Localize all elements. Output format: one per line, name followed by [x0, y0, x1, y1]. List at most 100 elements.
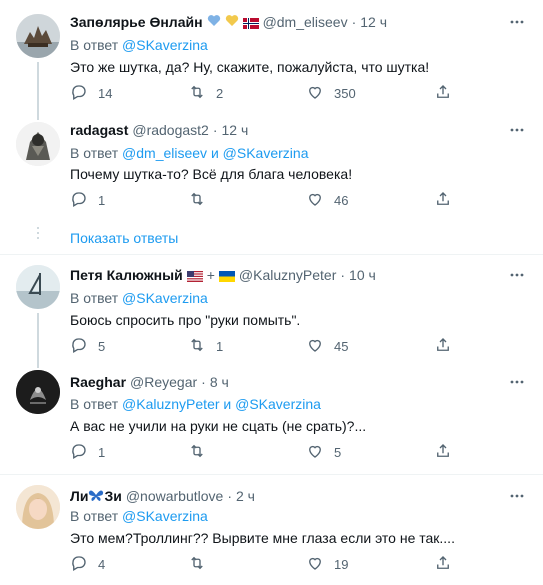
author-name-part: Ли — [70, 488, 89, 504]
like-count: 350 — [334, 85, 356, 101]
reply-count: 5 — [98, 338, 106, 354]
tweet-header: radagast @radogast2 · 12 ч — [70, 122, 248, 138]
retweet-count: 2 — [216, 85, 224, 101]
share-button[interactable] — [434, 336, 452, 356]
retweet-button[interactable] — [188, 554, 216, 574]
avatar[interactable] — [16, 14, 60, 58]
author-handle[interactable]: @KaluznyPeter — [239, 267, 336, 283]
ukraine-flag-icon — [218, 267, 235, 283]
reply-context: В ответ @KaluznyPeter и @SKaverzina — [70, 396, 321, 412]
reply-mention[interactable]: @SKaverzina — [235, 396, 321, 412]
retweet-button[interactable] — [188, 190, 216, 210]
reply-button[interactable]: 5 — [70, 336, 105, 356]
reply-button[interactable]: 4 — [70, 554, 105, 574]
reply-mention[interactable]: @KaluznyPeter — [122, 396, 219, 412]
separator-dot: · — [227, 488, 232, 504]
author-handle[interactable]: @Reyegar — [130, 374, 197, 390]
reply-button[interactable]: 1 — [70, 190, 105, 210]
tweet-actions: 1 5 — [70, 442, 460, 462]
separator-dot: · — [351, 14, 357, 30]
blue-heart-icon — [207, 14, 221, 30]
tweet-header: Ли Зи @nowarbutlove · 2 ч — [70, 488, 255, 504]
reply-icon — [70, 336, 88, 357]
timestamp[interactable]: 8 ч — [210, 374, 229, 390]
retweet-icon — [188, 336, 206, 357]
author-name[interactable]: Raeghar — [70, 374, 126, 390]
share-button[interactable] — [434, 442, 452, 462]
like-icon — [306, 554, 324, 575]
divider — [0, 254, 543, 255]
more-icon[interactable] — [507, 486, 527, 506]
thread-line — [37, 313, 39, 368]
more-icon[interactable] — [507, 372, 527, 392]
author-name[interactable]: Ли Зи — [70, 488, 122, 504]
separator-dot: · — [212, 122, 218, 138]
retweet-button[interactable]: 2 — [188, 83, 223, 103]
reply-and: и — [223, 396, 232, 412]
more-icon[interactable] — [507, 120, 527, 140]
author-name[interactable]: radagast — [70, 122, 128, 138]
tweet-text: А вас не учили на руки не сцать (не срат… — [70, 418, 367, 434]
timestamp[interactable]: 10 ч — [349, 267, 376, 283]
like-count: 5 — [334, 444, 342, 460]
share-button[interactable] — [434, 190, 452, 210]
reply-prefix: В ответ — [70, 508, 119, 524]
avatar[interactable] — [16, 265, 60, 309]
retweet-button[interactable] — [188, 442, 216, 462]
share-button[interactable] — [434, 554, 452, 574]
reply-mention[interactable]: @SKaverzina — [122, 508, 208, 524]
avatar[interactable] — [16, 370, 60, 414]
retweet-icon — [188, 442, 206, 463]
reply-count: 1 — [98, 192, 106, 208]
share-button[interactable] — [434, 83, 452, 103]
author-name[interactable]: Запөлярье Өнлайн — [70, 14, 203, 30]
more-icon[interactable] — [507, 265, 527, 285]
retweet-icon — [188, 190, 206, 211]
reply-context: В ответ @dm_eliseev и @SKaverzina — [70, 145, 308, 161]
like-button[interactable]: 19 — [306, 554, 348, 574]
reply-mention[interactable]: @SKaverzina — [122, 37, 208, 53]
timestamp[interactable]: 2 ч — [236, 488, 255, 504]
more-icon[interactable] — [507, 12, 527, 32]
plus-sign: + — [206, 267, 215, 283]
author-name-part: Зи — [104, 488, 122, 504]
reply-button[interactable]: 14 — [70, 83, 112, 103]
author-handle[interactable]: @radogast2 — [132, 122, 208, 138]
reply-mention[interactable]: @dm_eliseev — [122, 145, 207, 161]
reply-context: В ответ @SKaverzina — [70, 508, 208, 524]
retweet-button[interactable]: 1 — [188, 336, 223, 356]
share-icon — [434, 190, 452, 211]
tweet-actions: 14 2 350 — [70, 83, 460, 103]
show-replies-link[interactable]: Показать ответы — [70, 230, 178, 246]
retweet-count: 1 — [216, 338, 224, 354]
share-icon — [434, 554, 452, 575]
like-button[interactable]: 46 — [306, 190, 348, 210]
reply-mention[interactable]: @SKaverzina — [223, 145, 309, 161]
timestamp[interactable]: 12 ч — [360, 14, 387, 30]
like-icon — [306, 442, 324, 463]
reply-mention[interactable]: @SKaverzina — [122, 290, 208, 306]
author-name[interactable]: Петя Калюжный — [70, 267, 183, 283]
like-icon — [306, 336, 324, 357]
like-icon — [306, 190, 324, 211]
timestamp[interactable]: 12 ч — [222, 122, 249, 138]
reply-button[interactable]: 1 — [70, 442, 105, 462]
tweet-text: Это мем?Троллинг?? Вырвите мне глаза есл… — [70, 530, 455, 546]
norway-flag-icon — [242, 14, 259, 30]
share-icon — [434, 442, 452, 463]
tweet-text: Почему шутка-то? Всё для блага человека! — [70, 166, 353, 182]
author-handle[interactable]: @nowarbutlove — [126, 488, 224, 504]
reply-context: В ответ @SKaverzina — [70, 290, 208, 306]
reply-prefix: В ответ — [70, 37, 119, 53]
like-button[interactable]: 45 — [306, 336, 348, 356]
reply-count: 4 — [98, 556, 106, 572]
like-button[interactable]: 350 — [306, 83, 356, 103]
like-button[interactable]: 5 — [306, 442, 341, 462]
author-handle[interactable]: @dm_eliseev — [263, 14, 348, 30]
avatar[interactable] — [16, 122, 60, 166]
like-icon — [306, 83, 324, 104]
avatar[interactable] — [16, 485, 60, 529]
thread-line — [37, 62, 39, 120]
tweet-actions: 1 46 — [70, 190, 460, 210]
tweet-actions: 4 19 — [70, 554, 460, 574]
